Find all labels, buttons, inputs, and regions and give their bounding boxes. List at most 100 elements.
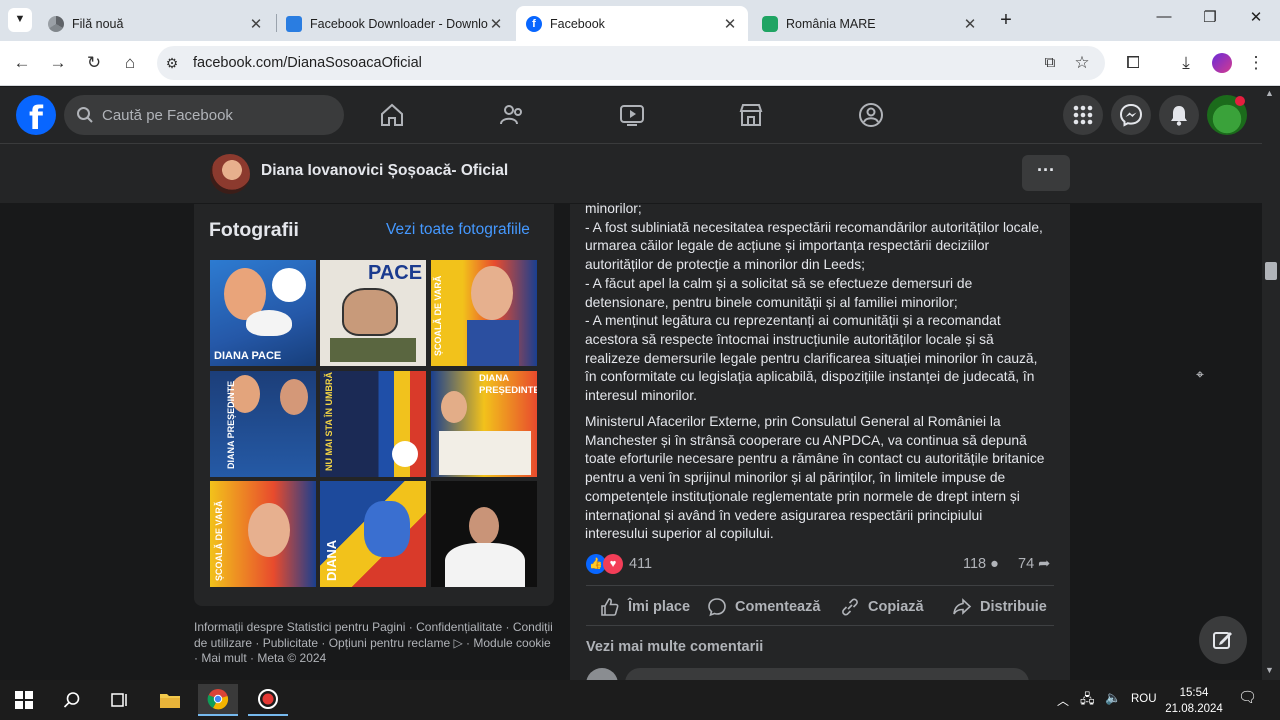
messenger-button[interactable] <box>1111 95 1151 135</box>
comment-icon <box>708 598 726 617</box>
photo-thumbnail[interactable]: DIANA PREȘEDINTE <box>431 371 537 477</box>
photos-title[interactable]: Fotografii <box>209 219 299 242</box>
marketplace-nav-icon[interactable] <box>738 102 764 128</box>
home-nav-icon[interactable] <box>379 102 405 128</box>
tab-romania-mare[interactable]: România MARE ✕ <box>752 6 988 41</box>
grid-icon <box>1073 105 1093 125</box>
tab-search-button[interactable]: ▼ <box>8 8 32 32</box>
home-icon[interactable]: ⌂ <box>118 51 142 75</box>
more-comments-link[interactable]: Vezi mai multe comentarii <box>586 639 763 655</box>
profile-avatar[interactable] <box>1212 53 1232 73</box>
shares-count-value: 74 <box>1018 556 1035 572</box>
search-input[interactable]: Caută pe Facebook <box>64 95 344 135</box>
forward-icon[interactable]: → <box>46 51 70 75</box>
copy-link-button[interactable]: Copiază <box>840 596 924 618</box>
photo-thumbnail[interactable]: PACE <box>320 260 426 366</box>
photo-caption: DIANA <box>324 539 339 581</box>
see-all-photos-link[interactable]: Vezi toate fotografiile <box>386 221 530 239</box>
love-reaction-icon: ♥ <box>603 554 623 574</box>
input-language[interactable]: ROU <box>1131 693 1157 705</box>
site-info-icon[interactable]: ⚙ <box>160 51 184 75</box>
photo-thumbnail[interactable]: DIANA PREȘEDINTE <box>210 371 316 477</box>
footer-links[interactable]: Informații despre Statistici pentru Pagi… <box>194 620 556 667</box>
tab-facebook-downloader[interactable]: Facebook Downloader - Downlo ✕ <box>276 6 514 41</box>
photo-thumbnail[interactable]: NU MAI STA ÎN UMBRĂ <box>320 371 426 477</box>
chrome-taskbar-icon[interactable] <box>198 684 238 716</box>
tab-new-tab[interactable]: Filă nouă ✕ <box>38 6 274 41</box>
reactions-count[interactable]: 411 <box>629 556 652 572</box>
comment-label: Comentează <box>735 599 821 615</box>
scroll-up-arrow-icon[interactable]: ▲ <box>1265 88 1274 98</box>
record-app-icon[interactable] <box>248 684 288 716</box>
scrollbar-thumb[interactable] <box>1265 262 1277 280</box>
photo-caption: ȘCOALĂ DE VARĂ <box>433 275 443 356</box>
post-text-line: pentru a veni în sprijinul minorilor și … <box>585 470 1006 486</box>
url-text[interactable]: facebook.com/DianaSosoacaOficial <box>193 55 422 71</box>
minimize-icon[interactable]: — <box>1141 8 1187 32</box>
task-view-icon[interactable] <box>100 684 140 716</box>
close-window-icon[interactable]: ✕ <box>1233 8 1279 32</box>
page-avatar[interactable] <box>210 154 250 194</box>
taskbar-search-icon[interactable] <box>52 684 92 716</box>
page-scrollbar[interactable] <box>1262 87 1280 680</box>
like-button[interactable]: Îmi place <box>600 596 690 618</box>
comment-button[interactable]: Comentează <box>707 596 820 618</box>
new-message-button[interactable] <box>1199 616 1247 664</box>
page-name[interactable]: Diana Iovanovici Șoșoacă- Oficial <box>261 162 508 180</box>
photo-thumbnail[interactable] <box>431 481 537 587</box>
new-tab-button[interactable]: + <box>996 9 1016 32</box>
photo-thumbnail[interactable]: DIANA PACE <box>210 260 316 366</box>
notifications-button[interactable] <box>1159 95 1199 135</box>
tab-title: România MARE <box>786 16 876 31</box>
post-text-line: interesul minorilor. <box>585 388 697 403</box>
photo-thumbnail[interactable]: ȘCOALĂ DE VARĂ <box>210 481 316 587</box>
close-tab-icon[interactable]: ✕ <box>248 15 264 33</box>
close-tab-icon[interactable]: ✕ <box>962 15 978 33</box>
tab-title: Facebook Downloader - Downlo <box>310 16 488 31</box>
post-text-line: autorităților de protecție a minorilor d… <box>585 257 865 273</box>
file-explorer-icon[interactable] <box>150 684 190 716</box>
photo-caption: PACE <box>368 262 423 284</box>
post-text-line: urmarea căilor legale de acțiune și impo… <box>585 238 990 254</box>
restore-icon[interactable]: ❐ <box>1187 8 1233 32</box>
clock-date: 21.08.2024 <box>1165 703 1223 715</box>
comments-count[interactable]: 118 ● <box>963 556 999 572</box>
close-tab-icon[interactable]: ✕ <box>722 15 738 33</box>
notifications-center-icon[interactable]: 🗨 <box>1238 688 1257 706</box>
network-icon[interactable]: 🖧 <box>1080 690 1095 712</box>
friends-nav-icon[interactable] <box>499 102 525 128</box>
copy-label: Copiază <box>868 599 924 615</box>
reload-icon[interactable]: ↻ <box>82 51 106 75</box>
scroll-down-arrow-icon[interactable]: ▼ <box>1265 665 1274 675</box>
groups-nav-icon[interactable] <box>858 102 884 128</box>
back-icon[interactable]: ← <box>10 51 34 75</box>
tray-overflow-icon[interactable]: ︿ <box>1057 692 1069 709</box>
close-tab-icon[interactable]: ✕ <box>488 15 504 33</box>
share-button[interactable]: Distribuie <box>952 596 1047 618</box>
more-options-button[interactable]: ··· <box>1022 155 1070 191</box>
reactions-summary[interactable]: 👍 ♥ <box>586 553 623 575</box>
taskbar-clock[interactable]: 15:54 21.08.2024 <box>1162 685 1226 717</box>
play-icon <box>762 15 778 32</box>
post-text-line: minorilor; <box>585 201 642 216</box>
bookmark-star-icon[interactable]: ☆ <box>1070 51 1094 75</box>
notification-dot <box>1235 96 1245 106</box>
video-nav-icon[interactable] <box>619 102 645 128</box>
downloads-icon[interactable]: ⤓ <box>1174 51 1198 75</box>
windows-start-icon[interactable] <box>4 684 44 716</box>
search-icon <box>77 107 93 123</box>
install-app-icon[interactable]: ⧉ <box>1038 51 1062 75</box>
compose-icon <box>1213 632 1232 649</box>
shares-count[interactable]: 74 ➦ <box>1018 556 1050 572</box>
photo-thumbnail[interactable]: DIANA <box>320 481 426 587</box>
facebook-logo-icon[interactable]: f <box>16 95 56 137</box>
tab-title: Facebook <box>550 16 605 31</box>
menu-kebab-icon[interactable]: ⋮ <box>1244 51 1268 75</box>
divider <box>586 585 1054 586</box>
menu-grid-button[interactable] <box>1063 95 1103 135</box>
post-text-line: competențele instituționale reglementate… <box>585 488 1020 504</box>
extensions-icon[interactable]: ⧠ <box>1121 51 1145 75</box>
photo-thumbnail[interactable]: ȘCOALĂ DE VARĂ <box>431 260 537 366</box>
volume-icon[interactable]: 🔈 <box>1105 690 1121 706</box>
tab-facebook[interactable]: f Facebook ✕ <box>516 6 748 41</box>
